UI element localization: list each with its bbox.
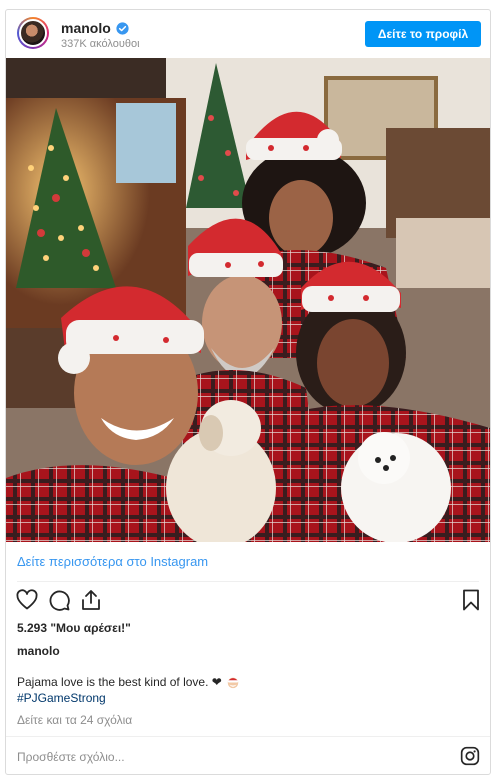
username[interactable]: manolo xyxy=(61,20,111,36)
username-row: manolo xyxy=(61,20,129,36)
verified-icon xyxy=(116,21,129,35)
comment-bar: Προσθέστε σχόλιο... xyxy=(6,736,490,774)
santa-emoji-icon xyxy=(227,677,239,689)
heart-icon[interactable] xyxy=(15,588,39,612)
bookmark-icon[interactable] xyxy=(459,588,483,612)
caption-username[interactable]: manolo xyxy=(17,644,60,658)
followers-count: 337K ακόλουθοι xyxy=(61,38,140,50)
caption-text: Pajama love is the best kind of love. ❤ xyxy=(17,675,222,689)
view-all-comments-link[interactable]: Δείτε και τα 24 σχόλια xyxy=(17,713,132,727)
caption: Pajama love is the best kind of love. ❤ xyxy=(17,675,240,689)
action-bar xyxy=(6,588,490,618)
post-header: manolo 337K ακόλουθοι Δείτε το προφίλ xyxy=(6,10,490,58)
family-christmas-photo xyxy=(6,58,490,542)
hashtag-link[interactable]: #PJGameStrong xyxy=(17,691,106,705)
instagram-logo-icon[interactable] xyxy=(460,746,480,766)
divider xyxy=(17,581,479,582)
post-photo[interactable] xyxy=(6,58,490,542)
likes-count[interactable]: 5.293 "Μου αρέσει!" xyxy=(17,621,131,635)
avatar[interactable] xyxy=(17,17,49,49)
view-profile-button[interactable]: Δείτε το προφίλ xyxy=(365,21,481,47)
comment-icon[interactable] xyxy=(47,588,71,612)
share-icon[interactable] xyxy=(79,588,103,612)
view-more-on-instagram-link[interactable]: Δείτε περισσότερα στο Instagram xyxy=(17,554,208,569)
instagram-embed-card: manolo 337K ακόλουθοι Δείτε το προφίλ Δε… xyxy=(5,9,491,775)
add-comment-input[interactable]: Προσθέστε σχόλιο... xyxy=(17,750,125,764)
